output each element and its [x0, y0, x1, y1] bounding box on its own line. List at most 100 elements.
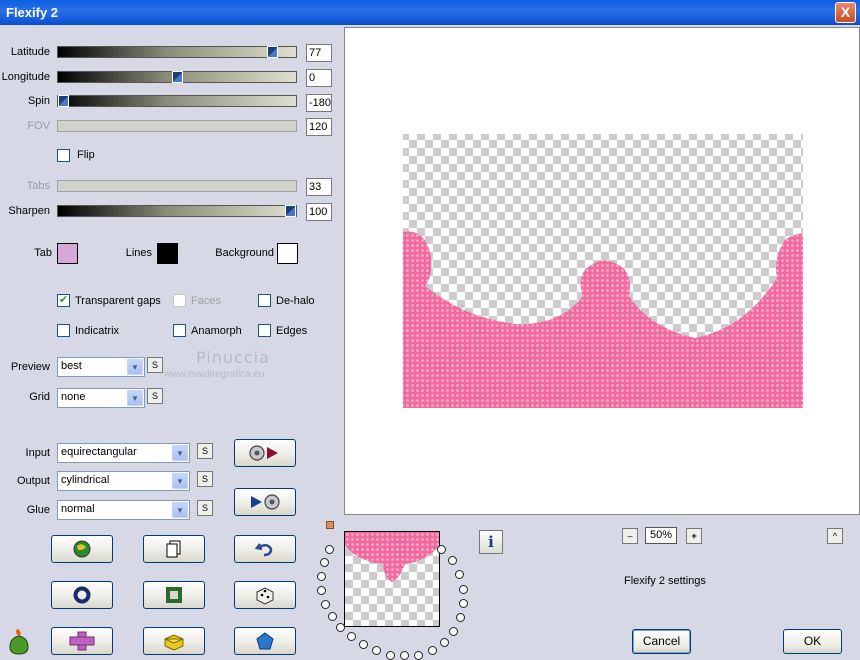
anamorph-checkbox[interactable] [173, 324, 186, 337]
ok-button[interactable]: OK [783, 629, 842, 654]
orbit-dot[interactable] [320, 558, 329, 567]
preview-select[interactable]: best ▼ [57, 357, 145, 377]
edges-label: Edges [276, 325, 308, 337]
preview-select-label: Preview [10, 361, 50, 373]
background-color-swatch[interactable] [277, 243, 298, 264]
latitude-value-input[interactable]: 77 [306, 44, 332, 62]
input-select-label: Input [25, 447, 50, 459]
sharpen-value-input[interactable]: 100 [306, 203, 332, 221]
undo-button[interactable] [234, 535, 296, 563]
orbit-dot[interactable] [317, 586, 326, 595]
latitude-slider-thumb[interactable] [267, 46, 278, 58]
spin-slider[interactable] [57, 95, 297, 107]
de-halo-checkbox[interactable] [258, 294, 271, 307]
sharpen-slider[interactable] [57, 205, 297, 217]
disc-arrow-right-icon [249, 445, 278, 461]
tab-color-swatch[interactable] [57, 243, 78, 264]
zoom-in-button[interactable]: + [686, 528, 702, 544]
orbit-dot[interactable] [414, 651, 423, 660]
orbit-dot[interactable] [428, 646, 437, 655]
edges-checkbox[interactable] [258, 324, 271, 337]
orbit-handle[interactable] [326, 521, 334, 529]
input-s-button[interactable]: S [197, 443, 213, 459]
orbit-dot[interactable] [317, 572, 326, 581]
indicatrix-label: Indicatrix [75, 325, 120, 337]
output-s-button[interactable]: S [197, 471, 213, 487]
orbit-dot[interactable] [459, 599, 468, 608]
fov-value-input[interactable]: 120 [306, 118, 332, 136]
preview-s-button[interactable]: S [147, 357, 163, 373]
dice-icon [256, 587, 274, 605]
faces-checkbox [173, 294, 186, 307]
cancel-button[interactable]: Cancel [632, 629, 691, 654]
pentagon-icon [256, 632, 274, 650]
indicatrix-checkbox[interactable] [57, 324, 70, 337]
orbit-dot[interactable] [440, 638, 449, 647]
orbit-dot[interactable] [448, 556, 457, 565]
orbit-dot[interactable] [459, 585, 468, 594]
glue-select[interactable]: normal ▼ [57, 500, 190, 520]
spin-slider-thumb[interactable] [58, 95, 69, 107]
copy-button[interactable] [143, 535, 205, 563]
chevron-down-icon[interactable]: ▼ [172, 473, 188, 489]
orbit-dot[interactable] [455, 570, 464, 579]
de-halo-label: De-halo [276, 295, 315, 307]
longitude-slider-thumb[interactable] [172, 71, 183, 83]
zoom-out-button[interactable]: – [622, 528, 638, 544]
longitude-label: Longitude [1, 71, 50, 83]
orbit-dot[interactable] [336, 623, 345, 632]
random-button[interactable] [234, 581, 296, 609]
cross-button[interactable] [51, 627, 113, 655]
orbit-dot[interactable] [456, 613, 465, 622]
undo-arrow-icon [255, 543, 273, 557]
orbit-dot[interactable] [328, 612, 337, 621]
ring-button[interactable] [51, 581, 113, 609]
chevron-down-icon[interactable]: ▼ [172, 445, 188, 461]
tabs-value-input[interactable]: 33 [306, 178, 332, 196]
orbit-dot[interactable] [400, 651, 409, 660]
orbit-dot[interactable] [437, 545, 446, 554]
orbit-dot[interactable] [372, 646, 381, 655]
output-select[interactable]: cylindrical ▼ [57, 471, 190, 491]
chevron-down-icon[interactable]: ▼ [127, 390, 143, 406]
thumbnail-preview[interactable] [344, 531, 440, 627]
cross-icon [69, 631, 95, 651]
main-preview-canvas[interactable] [344, 27, 860, 515]
arrow-right-disc-icon [251, 494, 280, 510]
orbit-dot[interactable] [347, 632, 356, 641]
flip-checkbox[interactable] [57, 149, 70, 162]
latitude-label: Latitude [10, 46, 50, 58]
info-button[interactable]: i [479, 530, 503, 554]
longitude-value-input[interactable]: 0 [306, 69, 332, 87]
latitude-slider[interactable] [57, 46, 297, 58]
sharpen-slider-thumb[interactable] [285, 205, 296, 217]
glue-select-value: normal [61, 503, 95, 515]
watermark-url: www.maidiregrafica.eu [164, 369, 265, 380]
input-select[interactable]: equirectangular ▼ [57, 443, 190, 463]
grid-select[interactable]: none ▼ [57, 388, 145, 408]
longitude-slider[interactable] [57, 71, 297, 83]
globe-button[interactable] [51, 535, 113, 563]
output-to-input-button[interactable] [234, 488, 296, 516]
frame-button[interactable] [143, 581, 205, 609]
input-to-output-button[interactable] [234, 439, 296, 467]
cube-button[interactable] [143, 627, 205, 655]
lines-color-swatch[interactable] [157, 243, 178, 264]
grid-s-button[interactable]: S [147, 388, 163, 404]
spin-label: Spin [27, 95, 50, 107]
spin-value-input[interactable]: -180 [306, 94, 332, 112]
orbit-dot[interactable] [325, 545, 334, 554]
chevron-down-icon[interactable]: ▼ [172, 502, 188, 518]
close-button[interactable]: X [835, 2, 856, 23]
expand-up-button[interactable]: ^ [827, 528, 843, 544]
glue-s-button[interactable]: S [197, 500, 213, 516]
transparent-gaps-checkbox[interactable]: ✔ [57, 294, 70, 307]
orbit-dot[interactable] [449, 627, 458, 636]
orbit-dot[interactable] [359, 640, 368, 649]
orbit-dot[interactable] [386, 651, 395, 660]
orbit-dot[interactable] [321, 600, 330, 609]
yellow-cube-icon [164, 634, 184, 651]
chevron-down-icon[interactable]: ▼ [127, 359, 143, 375]
input-select-value: equirectangular [61, 446, 137, 458]
polyhedron-button[interactable] [234, 627, 296, 655]
